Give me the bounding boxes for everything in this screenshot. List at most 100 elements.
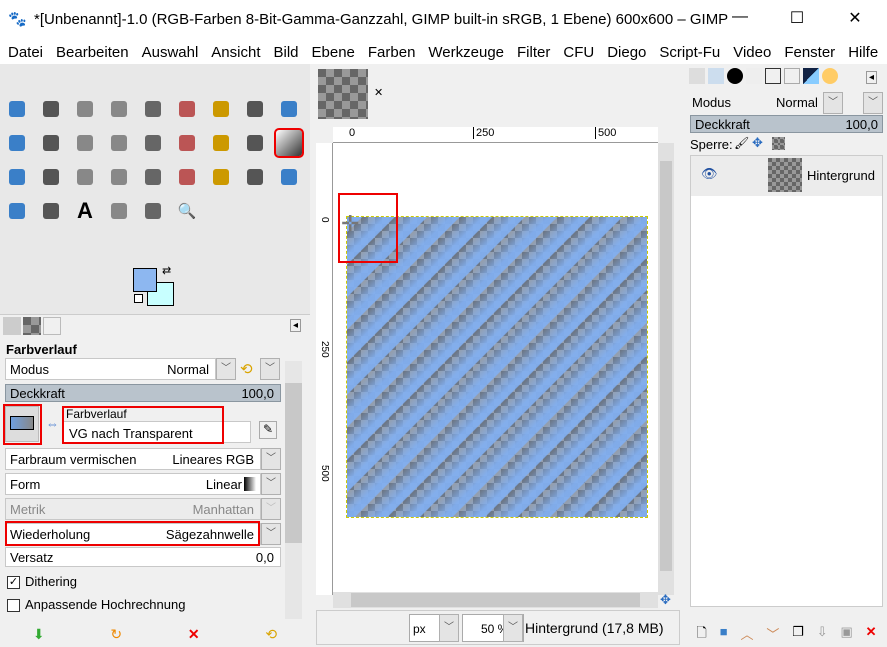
gradient-name-field[interactable]: VG nach Transparent <box>63 421 251 443</box>
paths-tool-icon[interactable] <box>242 130 268 156</box>
new-layer-icon[interactable]: 🗋 <box>696 624 706 646</box>
menu-ebene[interactable]: Ebene <box>304 38 360 64</box>
vertical-scrollbar[interactable] <box>658 143 674 595</box>
reset-options-icon[interactable]: ⟲ <box>265 626 277 643</box>
handle-transform-tool-icon[interactable] <box>38 130 64 156</box>
rect-select-tool-icon[interactable] <box>72 96 98 122</box>
cage-tool-icon[interactable] <box>72 130 98 156</box>
dithering-checkbox[interactable]: ✓ Dithering <box>7 574 77 590</box>
menu-video[interactable]: Video <box>725 38 776 64</box>
merge-layer-icon[interactable]: ⇩ <box>817 624 828 646</box>
default-colors-icon[interactable] <box>134 294 143 303</box>
move-tool-icon[interactable] <box>4 96 30 122</box>
3d-transform-tool-icon[interactable] <box>174 130 200 156</box>
blur-tool-icon[interactable] <box>4 198 30 224</box>
layers-mode-dropdown-icon[interactable]: ﹀ <box>823 92 843 114</box>
gradients-tab-icon[interactable] <box>803 68 819 84</box>
canvas[interactable]: ✛ <box>333 143 658 595</box>
crop-tool-icon[interactable] <box>242 96 268 122</box>
delete-options-icon[interactable]: ✕ <box>188 626 200 643</box>
menu-ansicht[interactable]: Ansicht <box>203 38 265 64</box>
delete-layer-icon[interactable]: ✕ <box>866 624 877 646</box>
device-status-tab-icon[interactable] <box>43 317 61 335</box>
lower-layer-icon[interactable]: ﹀ <box>766 624 779 646</box>
repeat-select[interactable]: Wiederholung Sägezahnwelle <box>5 523 261 545</box>
document-history-tab-icon[interactable] <box>765 68 781 84</box>
menu-farben[interactable]: Farben <box>360 38 421 64</box>
menu-werkzeuge[interactable]: Werkzeuge <box>420 38 509 64</box>
offset-spinner[interactable]: Versatz 0,0 <box>5 547 281 567</box>
reverse-gradient-icon[interactable]: ⇔ <box>46 416 59 431</box>
shape-select[interactable]: Form Linear <box>5 473 261 495</box>
mode-select[interactable]: Modus Normal <box>5 358 216 380</box>
warp-tool-icon[interactable] <box>4 130 30 156</box>
paintbrush-tool-icon[interactable] <box>4 164 30 190</box>
adaptive-supersampling-checkbox[interactable]: Anpassende Hochrechnung <box>7 597 185 613</box>
measure-tool-icon[interactable] <box>140 198 166 224</box>
mode-dropdown-icon[interactable]: ﹀ <box>216 358 236 380</box>
swap-colors-icon[interactable]: ⇄ <box>162 264 171 277</box>
menu-script-fu[interactable]: Script-Fu <box>651 38 725 64</box>
close-image-tab-icon[interactable]: ✕ <box>374 86 383 99</box>
airbrush-tool-icon[interactable] <box>72 164 98 190</box>
menu-fenster[interactable]: Fenster <box>776 38 840 64</box>
text-tool-icon[interactable]: A <box>72 198 98 224</box>
blend-dropdown-icon[interactable]: ﹀ <box>261 448 281 470</box>
menu-filter[interactable]: Filter <box>509 38 555 64</box>
image-tab-thumbnail[interactable] <box>318 69 368 119</box>
gradient-tool-icon[interactable] <box>274 128 304 158</box>
perspective-tool-icon[interactable] <box>106 130 132 156</box>
visibility-eye-icon[interactable]: 👁 <box>701 166 718 182</box>
tool-options-scrollbar[interactable] <box>285 361 302 619</box>
duplicate-layer-icon[interactable]: ❐ <box>792 624 804 646</box>
unified-transform-tool-icon[interactable] <box>276 96 302 122</box>
navigate-icon[interactable]: ✥ <box>660 592 671 608</box>
patterns-tab-icon[interactable] <box>23 317 41 335</box>
panel-menu-icon[interactable]: ◂ <box>290 319 302 332</box>
clone-tool-icon[interactable] <box>174 164 200 190</box>
gradient-preview-button[interactable] <box>5 406 39 442</box>
dodge-tool-icon[interactable] <box>276 164 302 190</box>
fuzzy-select-tool-icon[interactable] <box>208 96 234 122</box>
zoom-tool-icon[interactable]: 🔍 <box>174 198 200 224</box>
layers-tab-icon[interactable] <box>689 68 705 84</box>
horizontal-scrollbar[interactable] <box>333 592 658 608</box>
zoom-dropdown-icon[interactable]: ﹀ <box>503 614 523 642</box>
ink-tool-icon[interactable] <box>106 164 132 190</box>
menu-hilfe[interactable]: Hilfe <box>840 38 883 64</box>
close-button[interactable]: ✕ <box>840 8 870 30</box>
free-select-tool-icon[interactable] <box>140 96 166 122</box>
edit-gradient-icon[interactable]: ✎ <box>259 421 277 439</box>
minimize-button[interactable]: — <box>725 8 755 30</box>
ellipse-select-tool-icon[interactable] <box>106 96 132 122</box>
repeat-dropdown-icon[interactable]: ﹀ <box>261 523 281 545</box>
layer-opacity-slider[interactable]: Deckkraft 100,0 <box>690 115 883 133</box>
menu-auswahl[interactable]: Auswahl <box>134 38 204 64</box>
smudge-tool-icon[interactable] <box>242 164 268 190</box>
image-layer[interactable] <box>346 216 648 518</box>
blend-color-space-select[interactable]: Farbraum vermischen Lineares RGB <box>5 448 261 470</box>
scissors-select-tool-icon[interactable] <box>174 96 200 122</box>
layer-name[interactable]: Hintergrund <box>807 168 875 183</box>
align-tool-icon[interactable] <box>38 96 64 122</box>
brushes-tab-icon[interactable] <box>727 68 743 84</box>
palettes-tab-icon[interactable] <box>822 68 838 84</box>
menu-bild[interactable]: Bild <box>266 38 304 64</box>
menu-cfu[interactable]: CFU <box>555 38 599 64</box>
save-options-icon[interactable]: ⬇ <box>33 626 45 643</box>
layer-mask-icon[interactable]: ▣ <box>840 624 852 646</box>
shape-dropdown-icon[interactable]: ﹀ <box>261 473 281 495</box>
transform-grid-tool-icon[interactable] <box>208 130 234 156</box>
layers-mode-extra-dropdown-icon[interactable]: ﹀ <box>863 92 883 114</box>
lock-alpha-icon[interactable] <box>772 137 785 150</box>
flip-tool-icon[interactable] <box>140 130 166 156</box>
color-picker-tool-icon[interactable] <box>106 198 132 224</box>
heal-tool-icon[interactable] <box>208 164 234 190</box>
unit-dropdown-icon[interactable]: ﹀ <box>439 614 459 642</box>
images-tab-icon[interactable] <box>784 68 800 84</box>
restore-options-icon[interactable]: ↻ <box>110 626 122 643</box>
menu-diego[interactable]: Diego <box>599 38 651 64</box>
foreground-color[interactable] <box>133 268 157 292</box>
mypaint-tool-icon[interactable] <box>140 164 166 190</box>
lock-position-icon[interactable]: ✥ <box>752 135 763 151</box>
